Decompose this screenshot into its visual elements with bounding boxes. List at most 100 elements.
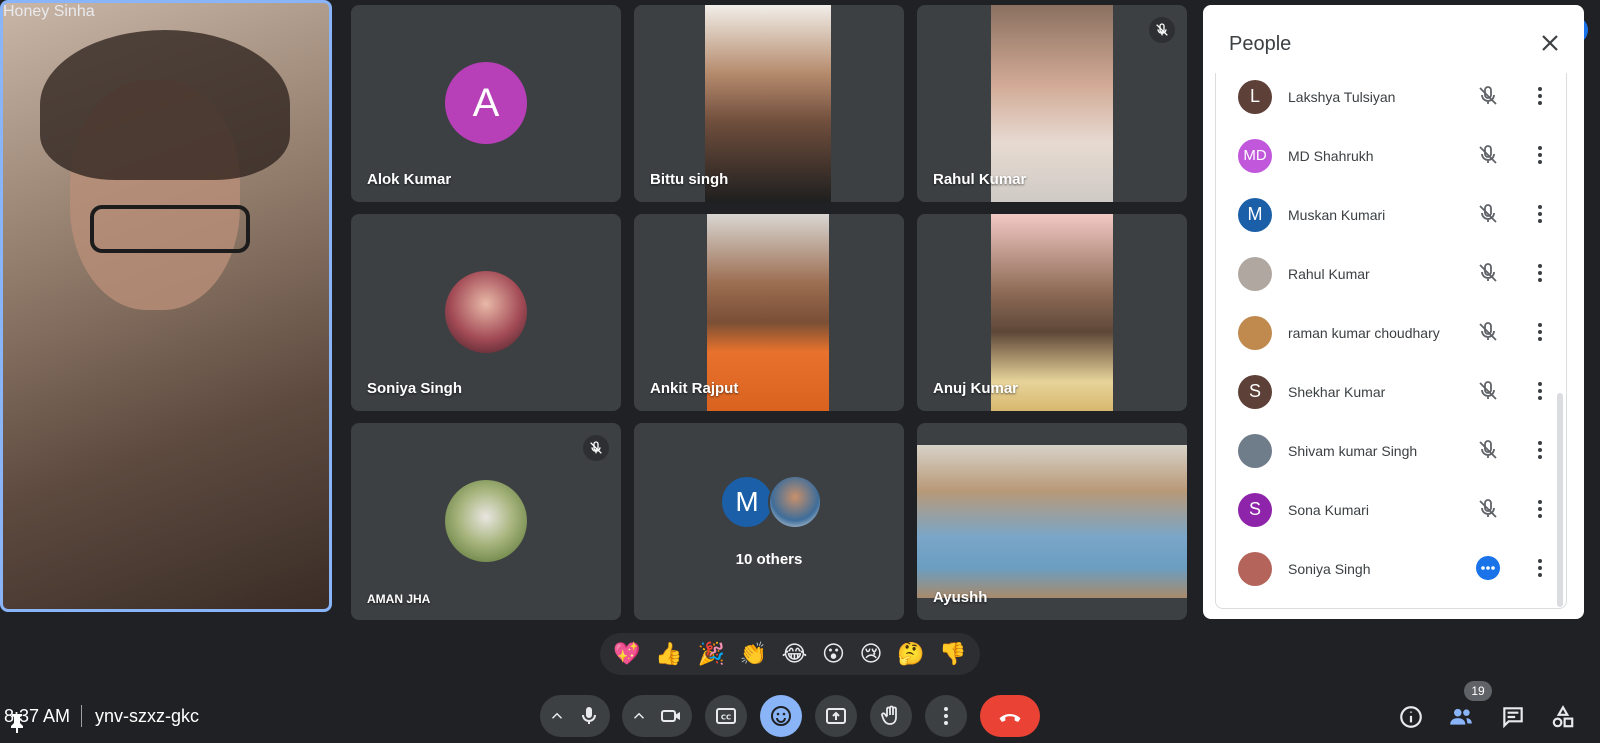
chevron-up-icon[interactable] bbox=[548, 707, 566, 725]
captions-icon: CC bbox=[716, 708, 736, 724]
more-vert-icon[interactable] bbox=[1528, 556, 1552, 580]
meeting-code: ynv-szxz-gkc bbox=[95, 706, 200, 726]
mic-off-icon bbox=[583, 435, 609, 461]
info-icon[interactable] bbox=[1398, 704, 1424, 730]
participant-name: Anuj Kumar bbox=[933, 380, 1019, 397]
divider bbox=[81, 705, 82, 727]
avatar: M bbox=[720, 475, 774, 529]
raise-hand-button[interactable] bbox=[870, 695, 912, 737]
avatar: L bbox=[1238, 79, 1272, 114]
participant-row[interactable]: Shivam kumar Singh bbox=[1216, 421, 1566, 480]
mic-off-icon[interactable] bbox=[1476, 143, 1500, 167]
participant-name: Ayushh bbox=[933, 589, 988, 606]
reaction-emoji[interactable]: 👍 bbox=[655, 641, 682, 667]
reaction-emoji[interactable]: 👏 bbox=[740, 641, 767, 667]
participant-tile[interactable]: A Alok Kumar bbox=[351, 5, 621, 202]
avatar: S bbox=[1238, 374, 1272, 409]
avatar bbox=[1238, 315, 1272, 350]
reaction-emoji[interactable]: 😂 bbox=[782, 641, 808, 667]
avatar bbox=[1238, 433, 1272, 468]
mic-off-icon[interactable] bbox=[1476, 438, 1500, 462]
participant-name: Bittu singh bbox=[650, 171, 729, 188]
chevron-up-icon[interactable] bbox=[630, 707, 648, 725]
more-vert-icon[interactable] bbox=[1528, 497, 1552, 521]
participant-row[interactable]: S Shekhar Kumar bbox=[1216, 362, 1566, 421]
people-count-badge: 19 bbox=[1464, 681, 1492, 701]
avatar bbox=[445, 480, 527, 562]
clock: 8:37 AM bbox=[4, 706, 71, 726]
reactions-button[interactable] bbox=[760, 695, 802, 737]
captions-button[interactable]: CC bbox=[705, 695, 747, 737]
reaction-emoji[interactable]: 🤔 bbox=[897, 641, 924, 667]
mic-off-icon[interactable] bbox=[1476, 497, 1500, 521]
participant-row[interactable]: M Muskan Kumari bbox=[1216, 185, 1566, 244]
participant-tile[interactable]: Anuj Kumar bbox=[917, 214, 1187, 411]
participant-row[interactable]: raman kumar choudhary bbox=[1216, 303, 1566, 362]
mic-off-icon[interactable] bbox=[1476, 202, 1500, 226]
participant-name: Rahul Kumar bbox=[933, 171, 1027, 188]
participant-tile[interactable]: Soniya Singh bbox=[351, 214, 621, 411]
participant-tile[interactable]: AMAN JHA bbox=[351, 423, 621, 620]
participant-name: Shekhar Kumar bbox=[1288, 383, 1386, 400]
participant-name: Lakshya Tulsiyan bbox=[1288, 88, 1396, 105]
reaction-emoji[interactable]: 💖 bbox=[613, 641, 640, 667]
participant-row[interactable]: Rahul Kumar bbox=[1216, 244, 1566, 303]
more-vert-icon[interactable] bbox=[1528, 202, 1552, 226]
participant-name: Alok Kumar bbox=[367, 171, 452, 188]
others-tile[interactable]: M 10 others bbox=[634, 423, 904, 620]
speaker-video-hair bbox=[40, 30, 290, 180]
main-speaker-tile[interactable]: Honey Sinha bbox=[0, 0, 1588, 733]
mic-off-icon[interactable] bbox=[1476, 84, 1500, 108]
reaction-emoji[interactable]: 👎 bbox=[939, 641, 966, 667]
camera-control[interactable] bbox=[622, 695, 692, 737]
participant-name: AMAN JHA bbox=[367, 592, 431, 606]
more-vert-icon[interactable] bbox=[1528, 379, 1552, 403]
avatar bbox=[445, 271, 527, 353]
participant-tile[interactable]: Ayushh bbox=[917, 423, 1187, 620]
participant-tile[interactable]: Ankit Rajput bbox=[634, 214, 904, 411]
participant-row[interactable]: L Lakshya Tulsiyan bbox=[1216, 73, 1566, 126]
camera-icon[interactable] bbox=[659, 704, 683, 728]
reaction-emoji[interactable]: 😢 bbox=[860, 641, 883, 667]
mic-off-icon[interactable] bbox=[1476, 320, 1500, 344]
leave-call-button[interactable] bbox=[980, 695, 1040, 737]
chat-icon[interactable] bbox=[1500, 704, 1526, 730]
mic-off-icon bbox=[1149, 17, 1175, 43]
end-call-icon bbox=[999, 713, 1021, 722]
activities-icon[interactable] bbox=[1550, 704, 1576, 730]
close-icon[interactable] bbox=[1538, 31, 1562, 55]
scrollbar[interactable] bbox=[1557, 393, 1563, 607]
mic-off-icon[interactable] bbox=[1476, 261, 1500, 285]
more-vert-icon[interactable] bbox=[1528, 84, 1552, 108]
microphone-icon[interactable] bbox=[577, 704, 601, 728]
hand-icon bbox=[881, 705, 897, 725]
participant-row[interactable]: MD MD Shahrukh bbox=[1216, 126, 1566, 185]
more-vert-icon[interactable] bbox=[1528, 320, 1552, 344]
smiley-icon bbox=[771, 706, 791, 726]
more-options-button[interactable] bbox=[925, 695, 967, 737]
mic-off-icon[interactable] bbox=[1476, 379, 1500, 403]
participant-tile[interactable]: Bittu singh bbox=[634, 5, 904, 202]
participant-name: Rahul Kumar bbox=[1288, 265, 1370, 282]
reactions-bar: 💖 👍 🎉 👏 😂 😮 😢 🤔 👎 bbox=[600, 633, 980, 675]
reaction-emoji[interactable]: 🎉 bbox=[697, 641, 724, 667]
reaction-emoji[interactable]: 😮 bbox=[822, 641, 845, 667]
people-icon[interactable] bbox=[1448, 704, 1474, 730]
participant-tile[interactable]: Rahul Kumar bbox=[917, 5, 1187, 202]
participant-row[interactable]: Soniya Singh bbox=[1216, 539, 1566, 598]
participant-name: Soniya Singh bbox=[1288, 560, 1371, 577]
participant-row[interactable]: S Sona Kumari bbox=[1216, 480, 1566, 539]
more-vert-icon[interactable] bbox=[1528, 261, 1552, 285]
more-vert-icon[interactable] bbox=[1528, 143, 1552, 167]
participant-name: MD Shahrukh bbox=[1288, 147, 1374, 164]
participant-name: Shivam kumar Singh bbox=[1288, 442, 1418, 459]
avatar: S bbox=[1238, 492, 1272, 527]
panel-title: People bbox=[1229, 33, 1292, 55]
present-button[interactable] bbox=[815, 695, 857, 737]
participant-name: Ankit Rajput bbox=[650, 380, 739, 397]
avatar: MD bbox=[1238, 138, 1272, 173]
more-vert-icon[interactable] bbox=[1528, 438, 1552, 462]
participant-video bbox=[917, 445, 1187, 598]
present-screen-icon bbox=[826, 708, 846, 724]
microphone-control[interactable] bbox=[540, 695, 610, 737]
